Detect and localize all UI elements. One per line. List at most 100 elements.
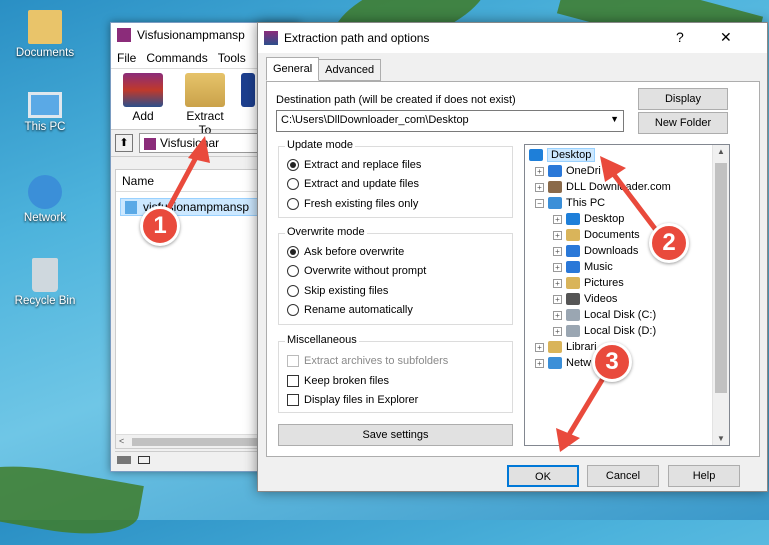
radio-button[interactable] (287, 246, 299, 258)
option-label: Ask before overwrite (304, 246, 405, 258)
tree-node[interactable]: Desktop (529, 147, 596, 163)
general-panel: Destination path (will be created if doe… (266, 81, 760, 457)
expand-toggle-icon[interactable]: + (553, 230, 562, 240)
help-button[interactable]: Help (668, 465, 740, 487)
scroll-up-arrow[interactable]: ▲ (717, 147, 725, 156)
expand-toggle-icon[interactable]: + (535, 358, 544, 368)
radio-button[interactable] (287, 265, 299, 277)
step-badge-2: 2 (649, 223, 689, 263)
expand-toggle-icon[interactable]: + (535, 182, 544, 192)
folder-icon (566, 277, 580, 289)
radio-extract-replace[interactable]: Extract and replace files (287, 159, 421, 171)
menu-commands[interactable]: Commands (146, 51, 207, 65)
tree-node-label: DLL Downloader.com (566, 181, 671, 193)
archive-icon (144, 137, 156, 150)
radio-skip-existing[interactable]: Skip existing files (287, 285, 388, 297)
close-icon[interactable]: ✕ (720, 29, 732, 46)
scroll-left-arrow[interactable]: < (119, 436, 124, 446)
expand-toggle-icon[interactable]: + (553, 278, 562, 288)
expand-toggle-icon[interactable]: + (553, 262, 562, 272)
save-settings-button[interactable]: Save settings (278, 424, 513, 446)
radio-overwrite-without-prompt[interactable]: Overwrite without prompt (287, 265, 426, 277)
overwrite-mode-title: Overwrite mode (285, 226, 367, 238)
cancel-button[interactable]: Cancel (587, 465, 659, 487)
recycle-bin-icon (32, 258, 58, 292)
miscellaneous-title: Miscellaneous (285, 334, 359, 346)
new-folder-button[interactable]: New Folder (638, 112, 728, 134)
checkbox-keep-broken-files[interactable]: Keep broken files (287, 375, 389, 387)
tree-node[interactable]: + DLL Downloader.com (535, 179, 671, 195)
tree-vertical-scrollbar[interactable]: ▲ ▼ (712, 145, 729, 445)
radio-button[interactable] (287, 198, 299, 210)
test-icon (241, 73, 255, 107)
checkbox[interactable] (287, 375, 299, 387)
help-title-button[interactable]: ? (676, 29, 684, 45)
radio-ask-before-overwrite[interactable]: Ask before overwrite (287, 246, 404, 258)
desktop-icon-label: Network (23, 212, 67, 224)
radio-button[interactable] (287, 285, 299, 297)
display-button[interactable]: Display (638, 88, 728, 110)
desktop-icon-network[interactable]: Network (10, 175, 80, 224)
computer-icon (28, 92, 62, 118)
archive-path-text: Visfusionar (160, 136, 220, 150)
folder-icon (548, 197, 562, 209)
menu-tools[interactable]: Tools (218, 51, 246, 65)
tab-advanced[interactable]: Advanced (318, 59, 382, 81)
desktop-icon-label: Recycle Bin (14, 295, 76, 307)
desktop-icon-recycle-bin[interactable]: Recycle Bin (10, 258, 80, 307)
tree-node[interactable]: + Downloads (553, 243, 638, 259)
radio-button[interactable] (287, 159, 299, 171)
tree-node[interactable]: + Pictures (553, 275, 624, 291)
menu-file[interactable]: File (117, 51, 136, 65)
chevron-down-icon[interactable]: ▼ (610, 114, 619, 124)
radio-button[interactable] (287, 178, 299, 190)
scroll-down-arrow[interactable]: ▼ (717, 434, 725, 443)
destination-path-value: C:\Users\DllDownloader_com\Desktop (281, 114, 469, 126)
tree-node[interactable]: + Netw (535, 355, 591, 371)
tab-general[interactable]: General (266, 57, 320, 81)
file-icon (125, 201, 137, 214)
checkbox[interactable] (287, 394, 299, 406)
option-label: Extract and update files (304, 178, 419, 190)
desktop-icon-this-pc[interactable]: This PC (10, 92, 80, 133)
radio-rename-automatically[interactable]: Rename automatically (287, 304, 413, 316)
expand-toggle-icon[interactable]: + (553, 326, 562, 336)
folder-icon (566, 229, 580, 241)
tree-node[interactable]: + Desktop (553, 211, 624, 227)
expand-toggle-icon[interactable]: + (535, 342, 544, 352)
tree-node[interactable]: + OneDri (535, 163, 601, 179)
folder-icon (566, 293, 580, 305)
winrar-app-icon (117, 28, 131, 42)
expand-toggle-icon[interactable]: + (553, 246, 562, 256)
tree-node[interactable]: + Documents (553, 227, 640, 243)
tree-node[interactable]: + Librari (535, 339, 597, 355)
add-button[interactable]: Add (117, 73, 169, 125)
desktop-icon-documents[interactable]: Documents (10, 10, 80, 59)
tree-node[interactable]: − This PC (535, 195, 605, 211)
folder-icon (548, 181, 562, 193)
tree-node[interactable]: + Local Disk (C:) (553, 307, 656, 323)
folder-tree[interactable]: ▲ ▼ Desktop + OneDri + DLL Downloader.com − Th… (524, 144, 730, 446)
radio-fresh-existing[interactable]: Fresh existing files only (287, 198, 418, 210)
up-folder-icon[interactable]: ⬆ (115, 134, 133, 152)
expand-toggle-icon[interactable]: + (535, 166, 544, 176)
radio-extract-update[interactable]: Extract and update files (287, 178, 419, 190)
folder-icon (566, 325, 580, 337)
expand-toggle-icon[interactable]: + (553, 214, 562, 224)
drive-icon (117, 456, 131, 464)
expand-toggle-icon[interactable]: + (553, 294, 562, 304)
extract-to-button[interactable]: Extract To (179, 73, 231, 137)
expand-toggle-icon[interactable]: − (535, 198, 544, 208)
desktop-icon-label: This PC (24, 121, 66, 133)
tree-node[interactable]: + Music (553, 259, 613, 275)
tree-node[interactable]: + Videos (553, 291, 617, 307)
destination-path-combo[interactable]: C:\Users\DllDownloader_com\Desktop ▼ (276, 110, 624, 132)
tree-node[interactable]: + Local Disk (D:) (553, 323, 656, 339)
scroll-thumb[interactable] (132, 438, 262, 446)
scroll-thumb[interactable] (715, 163, 727, 393)
ok-button[interactable]: OK (507, 465, 579, 487)
option-label: Rename automatically (304, 304, 413, 316)
checkbox-display-in-explorer[interactable]: Display files in Explorer (287, 394, 418, 406)
expand-toggle-icon[interactable]: + (553, 310, 562, 320)
radio-button[interactable] (287, 304, 299, 316)
